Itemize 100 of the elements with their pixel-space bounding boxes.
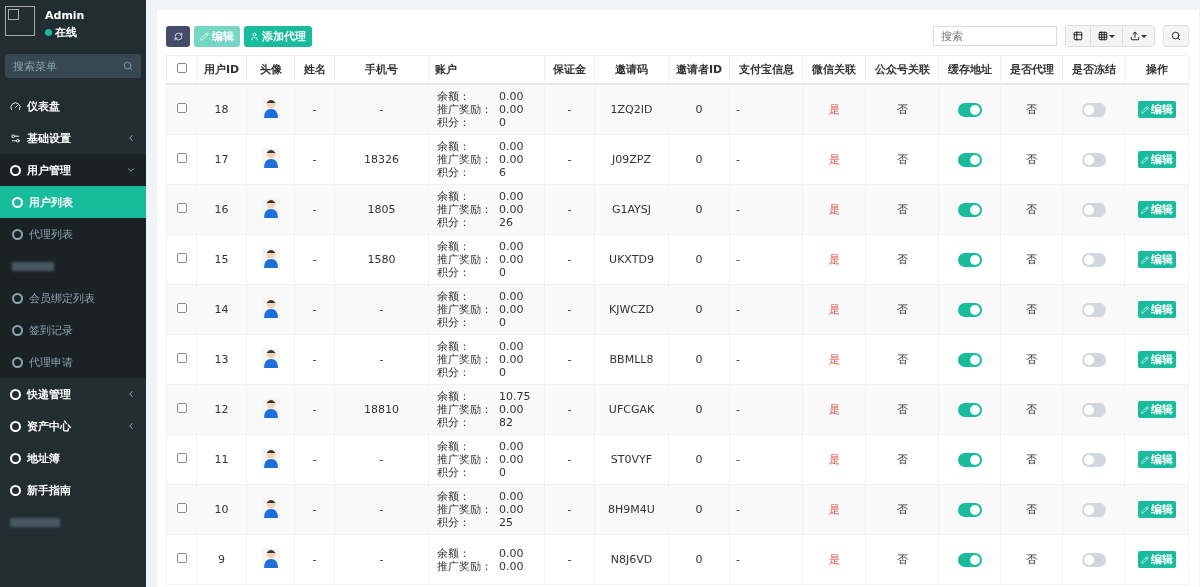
table-cell: - [729, 134, 803, 185]
submenu-item[interactable]: 代理申请 [0, 346, 146, 378]
toggle-switch[interactable] [957, 502, 982, 517]
table-cell: 0 [668, 84, 730, 135]
avatar-icon [261, 98, 280, 118]
table-cell: - [294, 284, 335, 335]
submenu-item[interactable]: 签到记录 [0, 314, 146, 346]
table-cell: 否 [1000, 534, 1063, 585]
table-cell: - [334, 484, 429, 535]
toggle-switch[interactable] [1081, 552, 1106, 567]
pencil-icon [1140, 305, 1149, 314]
menu-item[interactable]: 基础设置 [0, 122, 146, 154]
row-checkbox[interactable] [176, 253, 187, 263]
table-cell: - [334, 84, 429, 135]
submenu-item[interactable]: 代理列表 [0, 218, 146, 250]
toggle-switch[interactable] [1081, 252, 1106, 267]
menu-item[interactable]: 用户管理 [0, 154, 146, 186]
table-cell: 18810 [334, 384, 429, 435]
edit-button[interactable]: 编辑 [1137, 251, 1176, 268]
row-checkbox[interactable] [176, 303, 187, 313]
account-label: 推广奖励： [437, 353, 493, 366]
edit-button[interactable]: 编辑 [1137, 401, 1176, 418]
account-label: 余额： [437, 490, 471, 503]
menu-item[interactable]: 资产中心 [0, 410, 146, 442]
wechat-linked-text: 是 [828, 303, 840, 316]
edit-button[interactable]: 编辑 [1137, 451, 1176, 468]
toggle-switch[interactable] [1081, 202, 1106, 217]
account-value: 0.00 [499, 559, 525, 573]
search-button[interactable] [1163, 25, 1189, 47]
row-checkbox[interactable] [176, 553, 187, 563]
account-value: 0.00 [499, 340, 525, 353]
add-agent-button[interactable]: 添加代理 [244, 25, 312, 47]
row-checkbox[interactable] [176, 353, 187, 363]
edit-button[interactable]: 编辑 [1137, 151, 1176, 168]
menu-item[interactable]: 快递管理 [0, 378, 146, 410]
avatar-icon [261, 498, 280, 518]
row-checkbox[interactable] [176, 153, 187, 163]
toggle-switch[interactable] [957, 202, 982, 217]
user-name: Admin [45, 9, 85, 22]
avatar-icon [261, 348, 280, 368]
account-value: 0.00 [499, 253, 525, 266]
table-view-button[interactable] [1066, 26, 1091, 46]
submenu-item[interactable]: 会员绑定列表 [0, 282, 146, 314]
table-cell: 18 [196, 84, 247, 135]
menu-item[interactable]: 新手指南 [0, 474, 146, 506]
table-cell: - [544, 184, 595, 235]
toggle-switch[interactable] [957, 402, 982, 417]
edit-button[interactable]: 编辑 [1137, 351, 1176, 368]
account-value: 0.00 [499, 303, 525, 316]
account-value: 0 [499, 116, 507, 129]
toggle-switch[interactable] [1081, 302, 1106, 317]
table-cell: - [294, 534, 335, 585]
table-cell: 14 [196, 284, 247, 335]
row-checkbox[interactable] [176, 203, 187, 213]
menu-search-field[interactable]: 搜索菜单 [5, 54, 141, 78]
table-cell: - [334, 284, 429, 335]
toggle-switch[interactable] [1081, 352, 1106, 367]
account-value: 0.00 [499, 440, 525, 453]
edit-button[interactable]: 编辑 [1137, 301, 1176, 318]
row-checkbox[interactable] [176, 503, 187, 513]
table-cell: 13 [196, 334, 247, 385]
refresh-button[interactable] [166, 25, 190, 47]
toggle-switch[interactable] [1081, 152, 1106, 167]
search-field[interactable]: 搜索 [933, 26, 1057, 46]
toggle-switch[interactable] [957, 302, 982, 317]
table-cell: 11 [196, 434, 247, 485]
toggle-switch[interactable] [1081, 402, 1106, 417]
table-cell: - [334, 534, 429, 585]
table-cell: 否 [1000, 334, 1063, 385]
toggle-switch[interactable] [1081, 502, 1106, 517]
row-checkbox[interactable] [176, 403, 187, 413]
toggle-switch[interactable] [957, 152, 982, 167]
toggle-switch[interactable] [957, 352, 982, 367]
toggle-switch[interactable] [957, 102, 982, 117]
avatar-icon [261, 448, 280, 468]
submenu-item[interactable]: 用户列表 [0, 186, 146, 218]
toggle-switch[interactable] [957, 552, 982, 567]
table-cell: 1ZQ2ID [594, 84, 669, 135]
account-value: 25 [499, 516, 514, 529]
edit-button[interactable]: 编辑 [1137, 201, 1176, 218]
table-cell: - [334, 434, 429, 485]
edit-button[interactable]: 编辑 [1137, 101, 1176, 118]
edit-button[interactable]: 编辑 [1137, 551, 1176, 568]
edit-button[interactable]: 编辑 [1137, 501, 1176, 518]
table-cell: - [544, 84, 595, 135]
row-checkbox[interactable] [176, 453, 187, 463]
toggle-switch[interactable] [957, 452, 982, 467]
toggle-switch[interactable] [957, 252, 982, 267]
toggle-switch[interactable] [1081, 102, 1106, 117]
menu-item[interactable]: 仪表盘 [0, 90, 146, 122]
grid-icon [1098, 31, 1108, 41]
table-cell: BBMLL8 [594, 334, 669, 385]
account-label: 积分： [437, 366, 471, 379]
select-all-checkbox[interactable] [176, 63, 187, 73]
row-checkbox[interactable] [176, 103, 187, 113]
menu-item[interactable]: 地址簿 [0, 442, 146, 474]
toggle-switch[interactable] [1081, 452, 1106, 467]
account-label: 余额： [437, 90, 471, 103]
circle-icon [10, 484, 21, 496]
official-linked-text: 否 [896, 503, 908, 516]
